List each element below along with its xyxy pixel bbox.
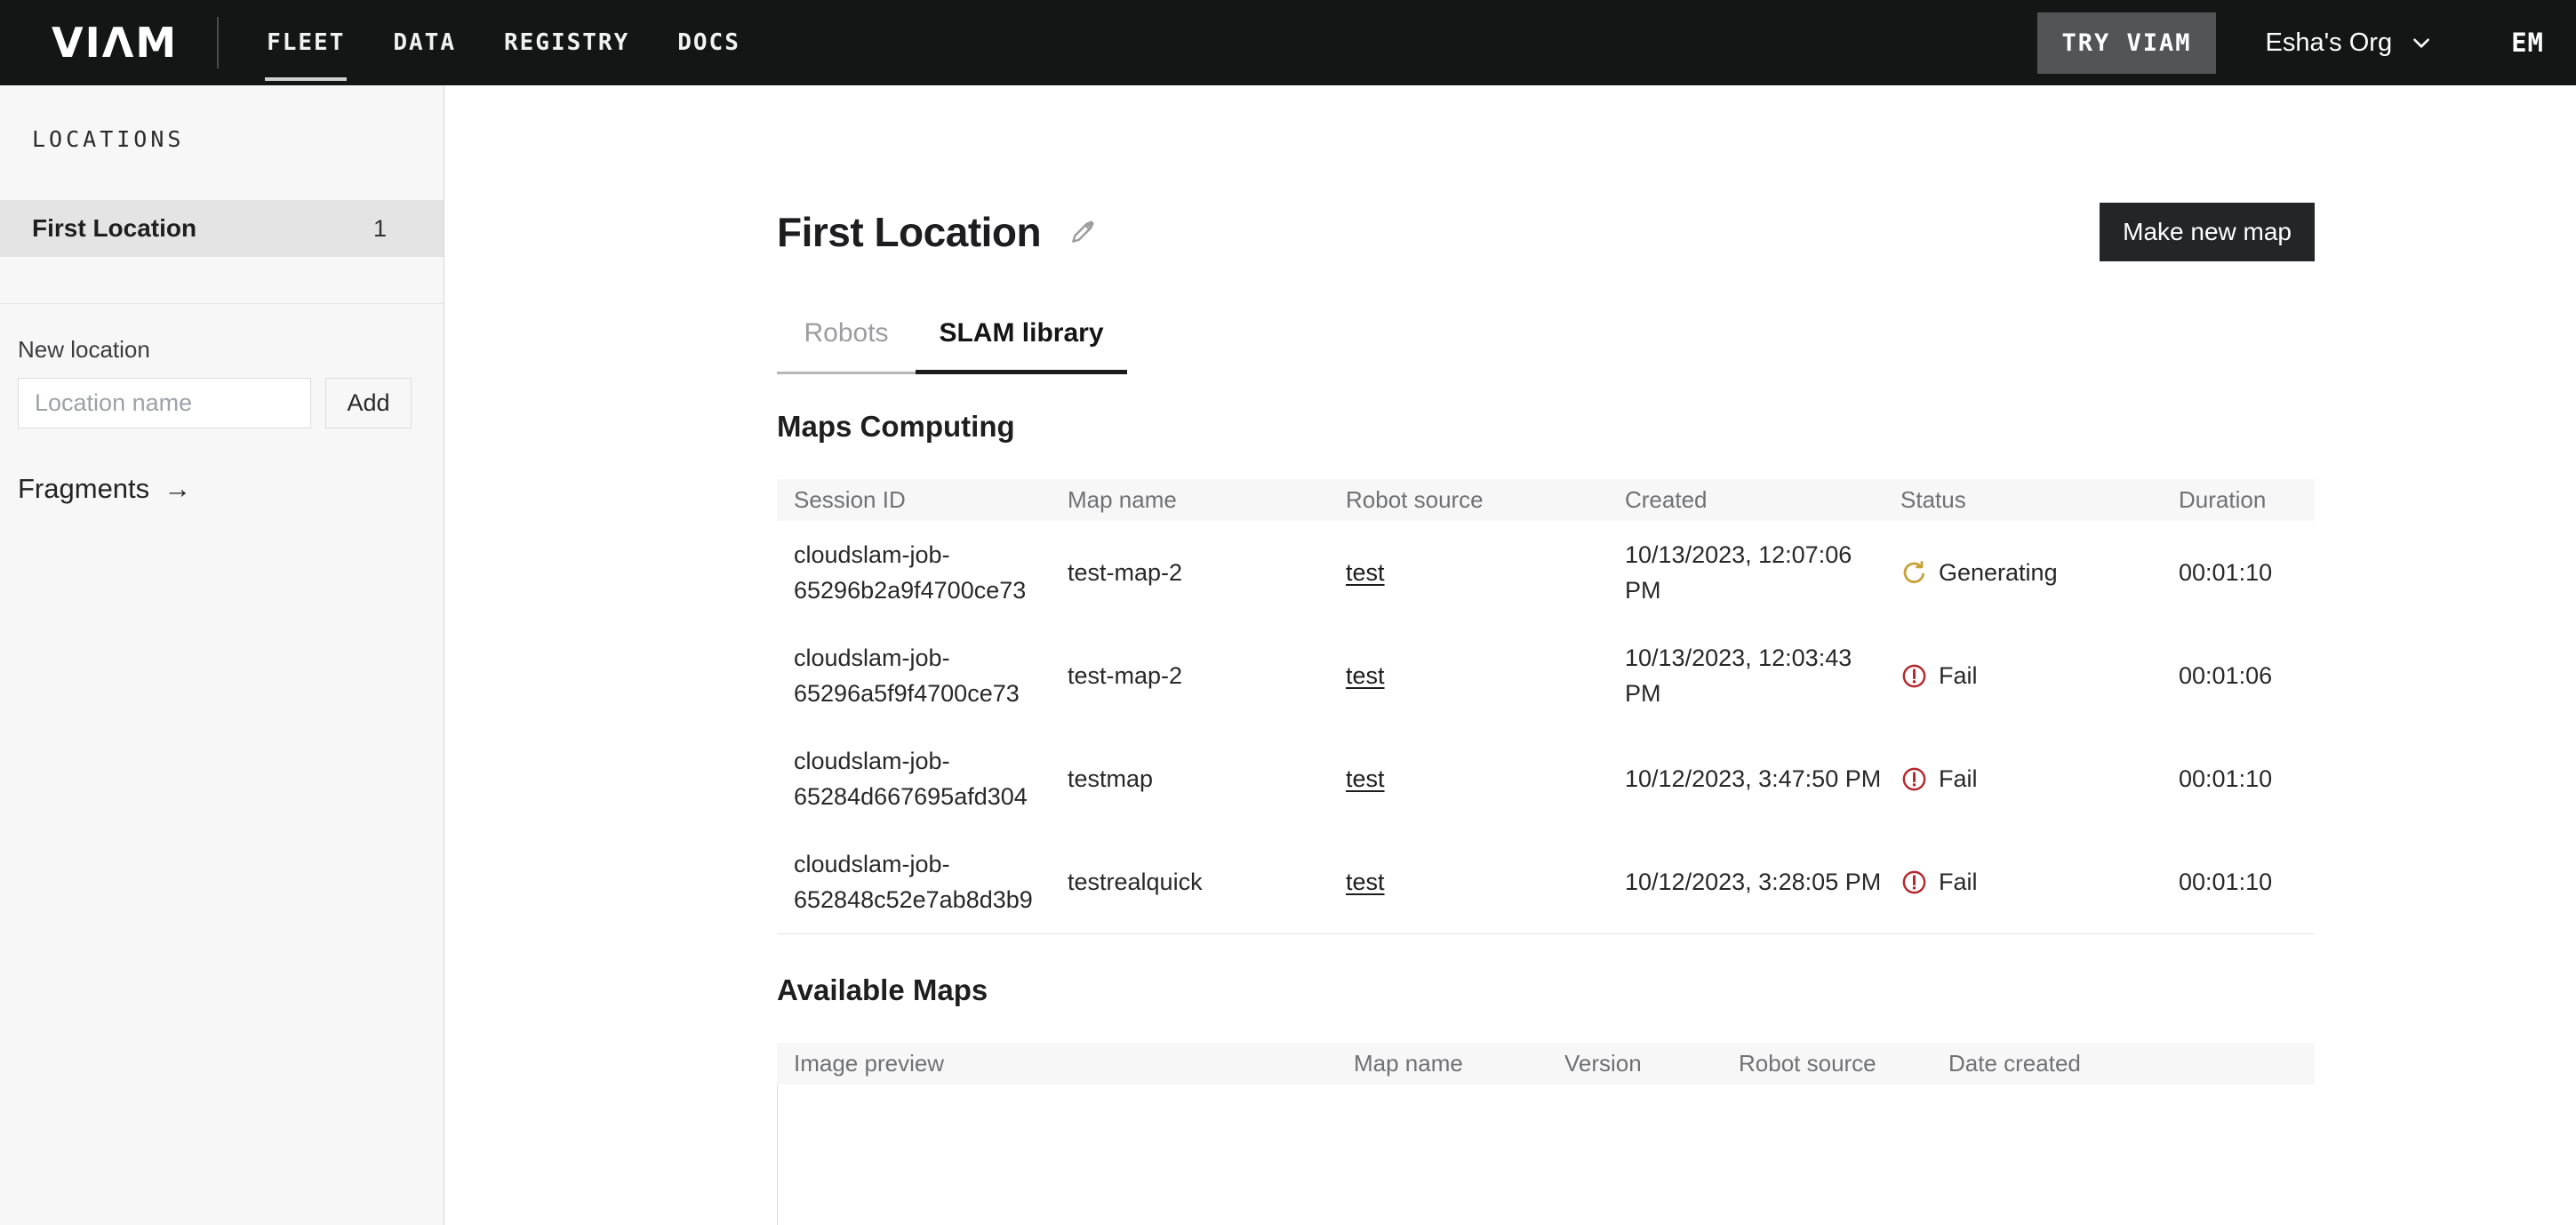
try-viam-button[interactable]: TRY VIAM <box>2037 12 2215 74</box>
top-nav: VIΛM FLEET DATA REGISTRY DOCS TRY VIAM E… <box>0 0 2576 85</box>
column-header-robot-source: Robot source <box>1722 1050 1932 1077</box>
edit-location-name-button[interactable] <box>1068 217 1098 247</box>
fail-alert-icon <box>1900 765 1928 793</box>
column-header-image-preview: Image preview <box>777 1050 1337 1077</box>
robot-source-link[interactable]: test <box>1346 765 1385 792</box>
nav-link-data[interactable]: DATA <box>391 24 458 61</box>
cell-robot-source: test <box>1329 761 1608 797</box>
column-header-date-created: Date created <box>1932 1050 2315 1077</box>
column-header-session-id: Session ID <box>777 486 1051 514</box>
arrow-right-icon: → <box>164 473 191 505</box>
fail-alert-icon <box>1900 869 1928 896</box>
cell-robot-source: test <box>1329 658 1608 693</box>
status-label: Fail <box>1939 761 1978 797</box>
fail-alert-icon <box>1900 662 1928 690</box>
sidebar-item-first-location[interactable]: First Location 1 <box>0 200 444 257</box>
cell-map-name: test-map-2 <box>1051 555 1329 590</box>
maps-computing-table: Session ID Map name Robot source Created… <box>777 479 2315 934</box>
cell-map-name: testrealquick <box>1051 864 1329 900</box>
cell-map-name: testmap <box>1051 761 1329 797</box>
cell-status: Fail <box>1884 864 2162 900</box>
cell-session-id: cloudslam-job-65296b2a9f4700ce73 <box>777 537 1051 608</box>
table-row: cloudslam-job-65284d667695afd304 testmap… <box>777 727 2315 830</box>
table-row: cloudslam-job-652848c52e7ab8d3b9 testrea… <box>777 830 2315 933</box>
add-location-button[interactable]: Add <box>325 378 412 428</box>
robot-source-link[interactable]: test <box>1346 559 1385 586</box>
page-title: First Location <box>777 208 1041 256</box>
tab-robots[interactable]: Robots <box>777 318 916 374</box>
location-robot-count: 1 <box>373 215 387 243</box>
new-location-form: Add <box>18 378 426 428</box>
available-maps-header-row: Image preview Map name Version Robot sou… <box>777 1043 2315 1085</box>
maps-computing-heading: Maps Computing <box>777 410 2315 444</box>
viam-logo[interactable]: VIΛM <box>52 0 178 85</box>
locations-section-title: LOCATIONS <box>32 126 444 152</box>
fragments-label: Fragments <box>18 473 149 505</box>
cell-session-id: cloudslam-job-652848c52e7ab8d3b9 <box>777 846 1051 917</box>
fragments-link[interactable]: Fragments → <box>18 473 191 505</box>
new-location-section: New location Add <box>18 336 426 428</box>
maps-computing-header-row: Session ID Map name Robot source Created… <box>777 479 2315 521</box>
column-header-map-name: Map name <box>1051 486 1329 514</box>
org-switcher[interactable]: Esha's Org <box>2266 28 2434 58</box>
column-header-status: Status <box>1884 486 2162 514</box>
nav-divider <box>217 17 219 68</box>
cell-created: 10/13/2023, 12:03:43 PM <box>1608 640 1884 711</box>
locations-sidebar: LOCATIONS First Location 1 New location … <box>0 85 444 1225</box>
cell-session-id: cloudslam-job-65296a5f9f4700ce73 <box>777 640 1051 711</box>
column-header-robot-source: Robot source <box>1329 486 1608 514</box>
make-new-map-button[interactable]: Make new map <box>2100 203 2315 261</box>
status-label: Generating <box>1939 555 2058 590</box>
cell-created: 10/13/2023, 12:07:06 PM <box>1608 537 1884 608</box>
cell-status: Fail <box>1884 658 2162 693</box>
tab-slam-library[interactable]: SLAM library <box>916 318 1127 374</box>
generating-refresh-icon <box>1900 559 1928 587</box>
chevron-down-icon <box>2410 31 2433 54</box>
available-maps-heading: Available Maps <box>777 973 2315 1007</box>
cell-created: 10/12/2023, 3:28:05 PM <box>1608 864 1884 900</box>
page-header: First Location Make new map <box>777 203 2315 261</box>
nav-link-registry[interactable]: REGISTRY <box>502 24 631 61</box>
nav-link-fleet[interactable]: FLEET <box>265 24 347 61</box>
status-label: Fail <box>1939 864 1978 900</box>
column-header-duration: Duration <box>2162 486 2315 514</box>
primary-nav: FLEET DATA REGISTRY DOCS <box>265 24 742 61</box>
location-name-input[interactable] <box>18 378 311 428</box>
cell-duration: 00:01:10 <box>2162 761 2315 797</box>
status-label: Fail <box>1939 658 1978 693</box>
column-header-version: Version <box>1548 1050 1722 1077</box>
robot-source-link[interactable]: test <box>1346 869 1385 895</box>
cell-duration: 00:01:10 <box>2162 555 2315 590</box>
location-name: First Location <box>32 214 196 243</box>
org-name: Esha's Org <box>2266 28 2393 58</box>
main-panel: First Location Make new map Robots SLAM … <box>445 85 2576 1225</box>
user-menu[interactable]: EM <box>2511 28 2544 58</box>
cell-status: Generating <box>1884 555 2162 590</box>
cell-robot-source: test <box>1329 555 1608 590</box>
robot-source-link[interactable]: test <box>1346 662 1385 689</box>
available-maps-empty-body <box>777 1085 2315 1225</box>
available-maps-table: Image preview Map name Version Robot sou… <box>777 1043 2315 1225</box>
column-header-created: Created <box>1608 486 1884 514</box>
nav-right-cluster: TRY VIAM Esha's Org EM <box>2037 12 2544 74</box>
cell-duration: 00:01:10 <box>2162 864 2315 900</box>
sidebar-divider <box>0 303 444 304</box>
pencil-icon <box>1068 217 1098 247</box>
nav-link-docs[interactable]: DOCS <box>676 24 742 61</box>
cell-robot-source: test <box>1329 864 1608 900</box>
cell-status: Fail <box>1884 761 2162 797</box>
table-row: cloudslam-job-65296b2a9f4700ce73 test-ma… <box>777 521 2315 624</box>
cell-duration: 00:01:06 <box>2162 658 2315 693</box>
cell-session-id: cloudslam-job-65284d667695afd304 <box>777 743 1051 814</box>
location-tabs: Robots SLAM library <box>777 318 2315 374</box>
table-row: cloudslam-job-65296a5f9f4700ce73 test-ma… <box>777 624 2315 727</box>
cell-map-name: test-map-2 <box>1051 658 1329 693</box>
column-header-map-name: Map name <box>1337 1050 1548 1077</box>
cell-created: 10/12/2023, 3:47:50 PM <box>1608 761 1884 797</box>
new-location-label: New location <box>18 336 426 364</box>
